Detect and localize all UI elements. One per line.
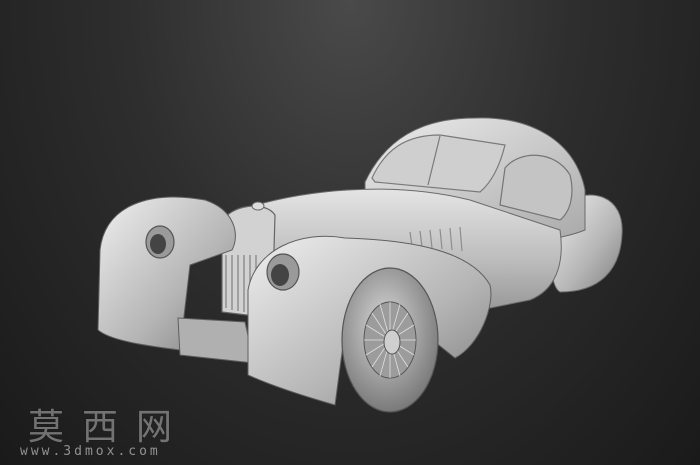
- car-model-render: [97, 117, 623, 413]
- radiator-cap: [251, 201, 265, 211]
- watermark-url: www.3dmox.com: [20, 444, 161, 459]
- render-viewport: 莫西网 www.3dmox.com: [0, 0, 700, 465]
- wheel-hub: [383, 329, 401, 355]
- watermark-title: 莫西网: [28, 407, 191, 448]
